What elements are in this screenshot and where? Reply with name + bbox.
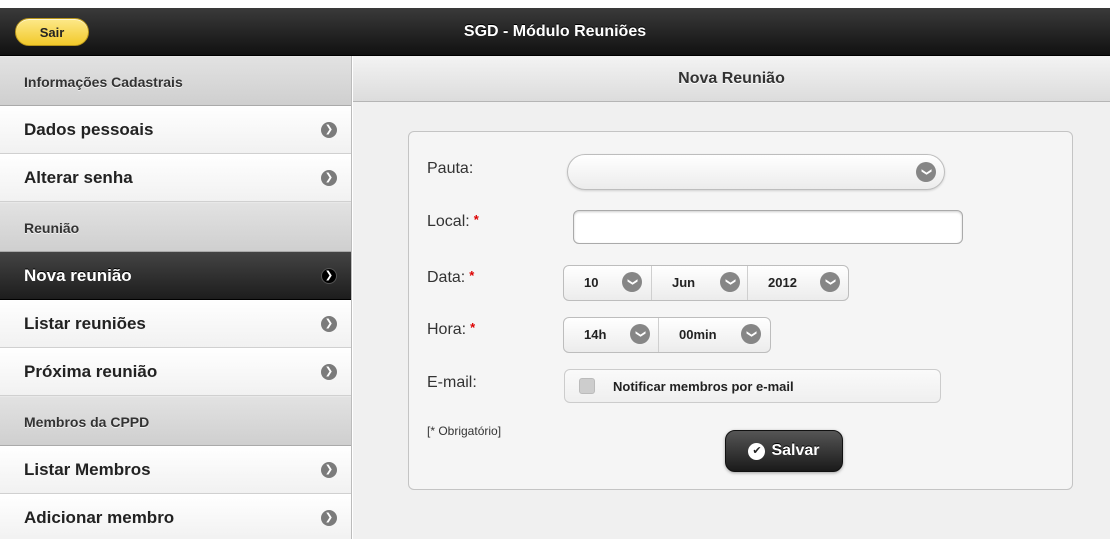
sidebar-item-label: Alterar senha <box>24 168 133 187</box>
chevron-right-icon: ❯ <box>321 462 337 478</box>
main-content: Pauta: ❯ Local: * Data: * 10 ❯ Jun ❯ 2012 … <box>353 102 1110 539</box>
chevron-right-icon: ❯ <box>321 364 337 380</box>
day-select[interactable]: 10 ❯ <box>564 266 652 300</box>
sidebar-item-adicionar-membro[interactable]: Adicionar membro ❯ <box>0 494 351 539</box>
chevron-down-icon: ❯ <box>630 324 650 344</box>
required-note: [* Obrigatório] <box>427 424 502 438</box>
page-title: Nova Reunião <box>353 56 1110 102</box>
sidebar-item-label: Nova reunião <box>24 266 132 285</box>
sidebar-item-label: Dados pessoais <box>24 120 154 139</box>
sidebar-item-label: Próxima reunião <box>24 362 158 381</box>
hora-label: Hora: * <box>427 320 475 339</box>
chevron-right-icon: ❯ <box>321 122 337 138</box>
email-label: E-mail: <box>427 374 477 391</box>
chevron-down-icon: ❯ <box>916 162 936 182</box>
chevron-right-icon: ❯ <box>321 316 337 332</box>
local-label: Local: * <box>427 212 479 231</box>
meeting-form: Pauta: ❯ Local: * Data: * 10 ❯ Jun ❯ 2012 … <box>408 131 1073 490</box>
year-value: 2012 <box>768 275 797 290</box>
hour-select[interactable]: 14h ❯ <box>564 318 659 352</box>
sidebar-section-membros-cppd: Membros da CPPD <box>0 396 351 446</box>
local-label-text: Local: <box>427 213 470 230</box>
email-notify-label: Notificar membros por e-mail <box>613 379 794 394</box>
day-value: 10 <box>584 275 599 290</box>
chevron-right-icon: ❯ <box>321 170 337 186</box>
sidebar: Informações Cadastrais Dados pessoais ❯ … <box>0 56 352 539</box>
sidebar-section-reuniao: Reunião <box>0 202 351 252</box>
minute-value: 00min <box>679 327 717 342</box>
top-toolbar: Sair SGD - Módulo Reuniões <box>0 8 1110 56</box>
date-picker: 10 ❯ Jun ❯ 2012 ❯ <box>563 265 849 301</box>
sidebar-section-informacoes-cadastrais: Informações Cadastrais <box>0 56 351 106</box>
sidebar-item-label: Listar Membros <box>24 460 151 479</box>
app-title: SGD - Módulo Reuniões <box>463 23 647 40</box>
chevron-down-icon: ❯ <box>720 272 740 292</box>
required-marker: * <box>470 320 476 335</box>
sidebar-item-listar-reunioes[interactable]: Listar reuniões ❯ <box>0 300 351 348</box>
sidebar-item-nova-reuniao[interactable]: Nova reunião ❯ <box>0 252 351 300</box>
sidebar-item-alterar-senha[interactable]: Alterar senha ❯ <box>0 154 351 202</box>
chevron-down-icon: ❯ <box>741 324 761 344</box>
sidebar-item-label: Listar reuniões <box>24 314 146 333</box>
hora-label-text: Hora: <box>427 321 467 338</box>
sidebar-item-proxima-reuniao[interactable]: Próxima reunião ❯ <box>0 348 351 396</box>
chevron-right-icon: ❯ <box>321 268 337 284</box>
pauta-select[interactable]: ❯ <box>567 154 945 190</box>
save-button-label: Salvar <box>771 442 820 459</box>
data-label: Data: * <box>427 268 474 287</box>
local-input[interactable] <box>573 210 963 244</box>
sidebar-item-dados-pessoais[interactable]: Dados pessoais ❯ <box>0 106 351 154</box>
exit-button[interactable]: Sair <box>15 18 89 46</box>
chevron-down-icon: ❯ <box>820 272 840 292</box>
pauta-label: Pauta: <box>427 160 474 177</box>
checkmark-icon: ✔ <box>748 442 766 460</box>
required-marker: * <box>469 268 475 283</box>
month-select[interactable]: Jun ❯ <box>652 266 748 300</box>
chevron-right-icon: ❯ <box>321 510 337 526</box>
sidebar-item-listar-membros[interactable]: Listar Membros ❯ <box>0 446 351 494</box>
time-picker: 14h ❯ 00min ❯ <box>563 317 771 353</box>
email-notify-checkbox[interactable] <box>579 378 595 394</box>
chevron-down-icon: ❯ <box>622 272 642 292</box>
year-select[interactable]: 2012 ❯ <box>748 266 848 300</box>
hour-value: 14h <box>584 327 607 342</box>
required-marker: * <box>473 212 479 227</box>
data-label-text: Data: <box>427 269 466 286</box>
month-value: Jun <box>672 275 696 290</box>
minute-select[interactable]: 00min ❯ <box>659 318 770 352</box>
email-notify-toggle[interactable]: Notificar membros por e-mail <box>564 369 941 403</box>
save-button[interactable]: ✔ Salvar <box>725 430 843 472</box>
sidebar-item-label: Adicionar membro <box>24 508 175 527</box>
